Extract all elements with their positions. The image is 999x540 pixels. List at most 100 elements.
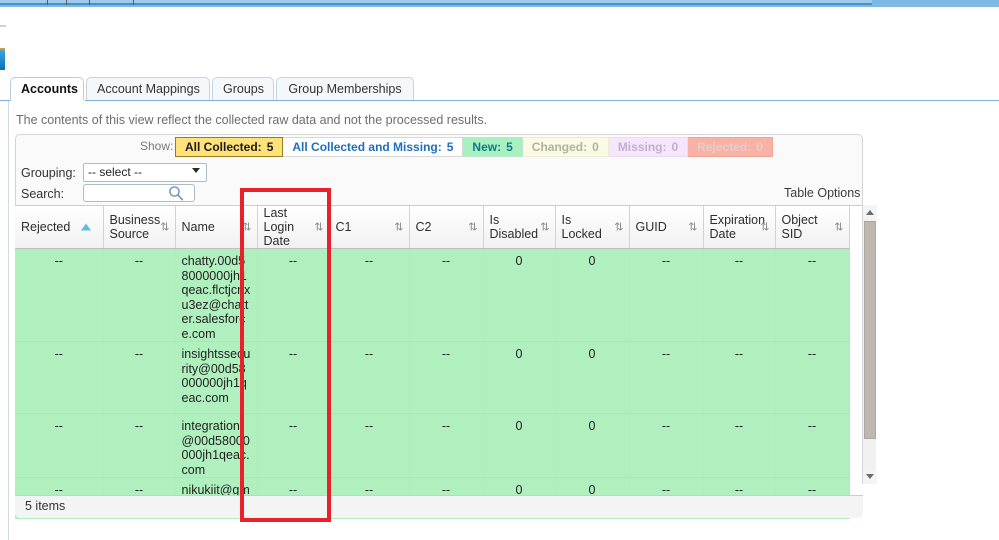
cell-c1: --	[329, 342, 409, 414]
cell-expiration-date: --	[703, 414, 775, 478]
column-header-rejected[interactable]: Rejected	[15, 206, 103, 249]
cell-last-login-date: --	[257, 249, 329, 342]
column-header-expiration-date[interactable]: Expiration Date⇅	[703, 206, 775, 249]
filter-label: All Collected and Missing:	[292, 140, 441, 154]
grouping-select-value: -- select --	[88, 165, 142, 179]
column-header-is-locked[interactable]: Is Locked⇅	[555, 206, 629, 249]
table-row[interactable]: ----chatty.00d58000000jh1qeac.flctjcnxu3…	[15, 249, 849, 342]
cell-name: chatty.00d58000000jh1qeac.flctjcnxu3ez@c…	[175, 249, 257, 342]
sort-toggle-icon[interactable]: ⇅	[160, 221, 169, 234]
top-chrome-strip	[0, 0, 999, 7]
sort-toggle-icon[interactable]: ⇅	[468, 221, 477, 234]
cell-c2: --	[409, 342, 483, 414]
column-header-is-disabled[interactable]: Is Disabled⇅	[483, 206, 555, 249]
top-chrome-divider	[47, 0, 48, 5]
cell-name: integration@00d58000000jh1qeac.com	[175, 414, 257, 478]
sort-toggle-icon[interactable]: ⇅	[314, 221, 323, 234]
table-header: RejectedBusiness Source⇅Name⇅Last Login …	[15, 206, 849, 249]
sort-toggle-icon[interactable]: ⇅	[688, 221, 697, 234]
table-row[interactable]: ----insightssecurity@00d58000000jh1qeac.…	[15, 342, 849, 414]
filter-button-new[interactable]: New:5	[463, 137, 522, 157]
cell-name: insightssecurity@00d58000000jh1qeac.com	[175, 342, 257, 414]
chevron-down-icon	[192, 168, 200, 173]
top-chrome-divider	[66, 0, 67, 5]
scroll-down-arrow-icon[interactable]	[863, 470, 877, 484]
item-count-label: 5 items	[25, 499, 65, 513]
tab-group-memberships[interactable]: Group Memberships	[276, 77, 414, 101]
sort-ascending-icon	[81, 224, 91, 231]
cell-last-login-date: --	[257, 342, 329, 414]
column-header-business-source[interactable]: Business Source⇅	[103, 206, 175, 249]
cell-rejected: --	[15, 342, 103, 414]
cell-expiration-date: --	[703, 342, 775, 414]
filter-label: Rejected:	[697, 140, 751, 154]
column-header-name[interactable]: Name⇅	[175, 206, 257, 249]
top-chrome-divider	[89, 0, 90, 5]
cell-business-source: --	[103, 249, 175, 342]
table-row[interactable]: ----integration@00d58000000jh1qeac.com--…	[15, 414, 849, 478]
table-body: ----chatty.00d58000000jh1qeac.flctjcnxu3…	[15, 249, 849, 520]
filter-button-rejected[interactable]: Rejected:0	[688, 137, 773, 157]
column-header-c2[interactable]: C2⇅	[409, 206, 483, 249]
sort-toggle-icon[interactable]: ⇅	[834, 221, 843, 234]
vertical-scrollbar[interactable]	[862, 205, 876, 484]
cell-guid: --	[629, 414, 703, 478]
filter-label: All Collected:	[185, 140, 262, 154]
cell-object-sid: --	[775, 342, 849, 414]
cell-is-locked: 0	[555, 414, 629, 478]
cell-business-source: --	[103, 414, 175, 478]
table-header-row: RejectedBusiness Source⇅Name⇅Last Login …	[15, 206, 849, 249]
filter-label: Missing:	[618, 140, 667, 154]
filter-button-group: All Collected:5All Collected and Missing…	[175, 137, 773, 157]
filter-button-changed[interactable]: Changed:0	[523, 137, 609, 157]
cell-object-sid: --	[775, 249, 849, 342]
cell-c1: --	[329, 249, 409, 342]
show-label: Show:	[140, 139, 173, 153]
sort-toggle-icon[interactable]: ⇅	[760, 221, 769, 234]
sort-toggle-icon[interactable]: ⇅	[242, 221, 251, 234]
scrollbar-thumb[interactable]	[864, 221, 876, 439]
active-tab-underline-mask	[11, 100, 85, 102]
cell-guid: --	[629, 249, 703, 342]
cell-rejected: --	[15, 414, 103, 478]
filter-label: Changed:	[532, 140, 587, 154]
cell-is-locked: 0	[555, 249, 629, 342]
cell-c2: --	[409, 414, 483, 478]
filter-count: 5	[506, 140, 513, 154]
cell-rejected: --	[15, 249, 103, 342]
sort-toggle-icon[interactable]: ⇅	[394, 221, 403, 234]
table-options-link[interactable]: Table Options	[784, 186, 860, 200]
cell-c2: --	[409, 249, 483, 342]
tab-accounts[interactable]: Accounts	[10, 77, 84, 101]
filter-button-all-collected[interactable]: All Collected: 5	[175, 137, 283, 157]
filter-count: 5	[447, 140, 454, 154]
filter-button-all-collected-and-missing[interactable]: All Collected and Missing: 5	[283, 137, 463, 157]
cell-is-disabled: 0	[483, 414, 555, 478]
cell-guid: --	[629, 342, 703, 414]
cell-business-source: --	[103, 342, 175, 414]
cell-last-login-date: --	[257, 414, 329, 478]
column-header-c1[interactable]: C1⇅	[329, 206, 409, 249]
filter-count: 5	[267, 140, 274, 154]
sort-toggle-icon[interactable]: ⇅	[614, 221, 623, 234]
cell-is-locked: 0	[555, 342, 629, 414]
page-scroll-marker	[0, 25, 6, 27]
tab-groups[interactable]: Groups	[212, 77, 274, 101]
grouping-select[interactable]: -- select --	[83, 163, 207, 182]
tab-account-mappings[interactable]: Account Mappings	[86, 77, 210, 101]
grouping-label: Grouping:	[21, 166, 76, 180]
accounts-table: RejectedBusiness Source⇅Name⇅Last Login …	[15, 206, 850, 519]
column-header-label: Name	[182, 220, 251, 234]
data-grid-container: Show: All Collected:5All Collected and M…	[15, 134, 863, 518]
filter-button-missing[interactable]: Missing:0	[609, 137, 688, 157]
scroll-up-arrow-icon[interactable]	[863, 205, 877, 219]
column-header-last-login-date[interactable]: Last Login Date⇅	[257, 206, 329, 249]
table-footer: 5 items	[15, 495, 863, 518]
sort-toggle-icon[interactable]: ⇅	[540, 221, 549, 234]
left-edge-accent	[0, 48, 5, 70]
cell-object-sid: --	[775, 414, 849, 478]
search-icon[interactable]	[168, 185, 184, 201]
column-header-guid[interactable]: GUID⇅	[629, 206, 703, 249]
top-chrome-divider	[133, 0, 134, 5]
column-header-object-sid[interactable]: Object SID⇅	[775, 206, 849, 249]
